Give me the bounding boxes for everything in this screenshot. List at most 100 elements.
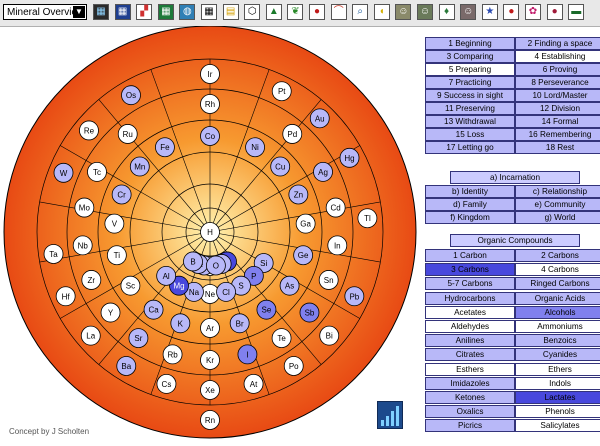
element-b[interactable]: B	[183, 251, 203, 272]
stage-button[interactable]: 1 Beginning	[425, 37, 515, 50]
organic-button[interactable]: Indols	[515, 376, 600, 390]
organic-button[interactable]: Anilines	[425, 334, 515, 348]
blocks-icon[interactable]: ▤	[222, 4, 239, 20]
hexagon-icon[interactable]: ⬡	[244, 4, 261, 20]
organic-button[interactable]: 4 Carbons	[515, 263, 600, 277]
organic-button[interactable]: Ketones	[425, 391, 515, 404]
element-ar[interactable]: Ar	[200, 318, 220, 338]
element-os[interactable]: Os	[121, 85, 141, 106]
element-br[interactable]: Br	[229, 313, 250, 334]
element-i[interactable]: I	[237, 344, 258, 365]
element-zr[interactable]: Zr	[81, 270, 102, 290]
element-pt[interactable]: Pt	[271, 81, 292, 102]
stage-button[interactable]: 10 Lord/Master	[515, 89, 600, 102]
series-button[interactable]: g) World	[515, 211, 600, 224]
organic-button[interactable]: 5-7 Carbons	[425, 277, 515, 291]
organic-button[interactable]: Cyanides	[515, 348, 600, 362]
grid-dark-icon[interactable]: ▦	[93, 4, 109, 20]
element-cu[interactable]: Cu	[270, 156, 291, 177]
mushroom-icon[interactable]: ⌒	[330, 4, 347, 20]
organic-button[interactable]: 1 Carbon	[425, 249, 515, 262]
table-grid-icon[interactable]: ▦	[201, 4, 217, 20]
organic-button[interactable]: 2 Carbons	[515, 249, 600, 262]
element-xe[interactable]: Xe	[200, 380, 220, 400]
flower-icon[interactable]: ✿	[525, 4, 541, 20]
element-co[interactable]: Co	[200, 126, 220, 146]
organic-button[interactable]: Imidazoles	[425, 376, 515, 390]
organic-button[interactable]: Citrates	[425, 348, 515, 362]
series-button[interactable]: f) Kingdom	[425, 211, 515, 224]
chevron-down-icon[interactable]: ▼	[73, 6, 85, 18]
portrait-b-icon[interactable]: ☺	[417, 4, 433, 20]
element-tc[interactable]: Tc	[87, 162, 107, 182]
element-ca[interactable]: Ca	[143, 299, 164, 320]
grid-blue-icon[interactable]: ▦	[114, 4, 131, 20]
element-cd[interactable]: Cd	[325, 197, 346, 218]
car-icon[interactable]: ▬	[568, 4, 585, 20]
series-button[interactable]: d) Family	[425, 198, 515, 211]
element-cs[interactable]: Cs	[156, 373, 177, 394]
element-po[interactable]: Po	[283, 356, 304, 376]
cherries-icon[interactable]: ●	[309, 4, 325, 20]
organic-button[interactable]: Picrics	[425, 419, 515, 433]
element-ru[interactable]: Ru	[117, 124, 138, 144]
color-squares-icon[interactable]: ▞	[136, 4, 153, 20]
element-ni[interactable]: Ni	[245, 137, 265, 158]
organic-button[interactable]: Aldehydes	[425, 320, 515, 333]
stage-button[interactable]: 7 Practicing	[425, 76, 515, 89]
stage-button[interactable]: 15 Loss	[425, 128, 515, 141]
stage-button[interactable]: 3 Comparing	[425, 50, 515, 63]
stage-button[interactable]: 12 Division	[515, 102, 600, 115]
pine-tree-icon[interactable]: ▲	[265, 4, 282, 20]
element-zn[interactable]: Zn	[288, 184, 309, 205]
series-button[interactable]: c) Relationship	[515, 185, 600, 198]
stage-button[interactable]: 16 Remembering	[515, 128, 600, 141]
stage-button[interactable]: 8 Perseverance	[515, 76, 600, 89]
element-as[interactable]: As	[279, 275, 300, 296]
organic-button[interactable]: Acetates	[425, 305, 515, 319]
organic-button[interactable]: Alcohols	[515, 305, 600, 319]
grid-green-icon[interactable]: ▦	[157, 4, 174, 20]
element-mn[interactable]: Mn	[129, 156, 150, 177]
organic-button[interactable]: Phenols	[515, 405, 600, 419]
element-y[interactable]: Y	[100, 302, 121, 323]
element-rh[interactable]: Rh	[200, 94, 220, 114]
stage-button[interactable]: 11 Preserving	[425, 102, 515, 115]
element-ga[interactable]: Ga	[295, 213, 316, 234]
element-sr[interactable]: Sr	[128, 328, 149, 349]
leaf-icon[interactable]: ❦	[287, 4, 304, 20]
element-te[interactable]: Te	[271, 328, 292, 349]
stage-button[interactable]: 13 Withdrawal	[425, 115, 515, 128]
stage-button[interactable]: 2 Finding a space	[515, 37, 600, 50]
view-select[interactable]: Mineral Overview ▼	[3, 4, 87, 20]
drop-icon[interactable]: ♦	[438, 4, 455, 20]
element-hf[interactable]: Hf	[55, 286, 76, 307]
element-la[interactable]: La	[80, 325, 101, 346]
organic-button[interactable]: 3 Carbons	[425, 263, 515, 277]
organic-button[interactable]: Oxalics	[425, 405, 515, 419]
element-sb[interactable]: Sb	[299, 302, 320, 323]
apple-icon[interactable]: ●	[503, 4, 520, 20]
element-ta[interactable]: Ta	[43, 244, 64, 264]
element-o[interactable]: O	[206, 255, 226, 276]
organic-button[interactable]: Organic Acids	[515, 291, 600, 305]
element-tl[interactable]: Tl	[357, 208, 378, 229]
portrait-a-icon[interactable]: ☺	[395, 4, 412, 20]
element-cl[interactable]: Cl	[216, 281, 236, 302]
organic-button[interactable]: Benzoics	[515, 334, 600, 348]
element-pd[interactable]: Pd	[282, 124, 303, 144]
element-ba[interactable]: Ba	[116, 356, 137, 376]
element-sn[interactable]: Sn	[318, 270, 339, 290]
element-ge[interactable]: Ge	[293, 245, 314, 266]
stage-button[interactable]: 6 Proving	[515, 63, 600, 76]
element-ti[interactable]: Ti	[106, 245, 127, 266]
stage-button[interactable]: 18 Rest	[515, 141, 600, 154]
element-sc[interactable]: Sc	[120, 275, 141, 296]
element-h[interactable]: H	[200, 222, 220, 242]
element-bi[interactable]: Bi	[319, 325, 340, 346]
element-se[interactable]: Se	[256, 299, 277, 320]
element-pb[interactable]: Pb	[344, 286, 365, 307]
element-w[interactable]: W	[53, 162, 74, 183]
series-button[interactable]: b) Identity	[425, 185, 515, 198]
stage-button[interactable]: 4 Establishing	[515, 50, 600, 63]
